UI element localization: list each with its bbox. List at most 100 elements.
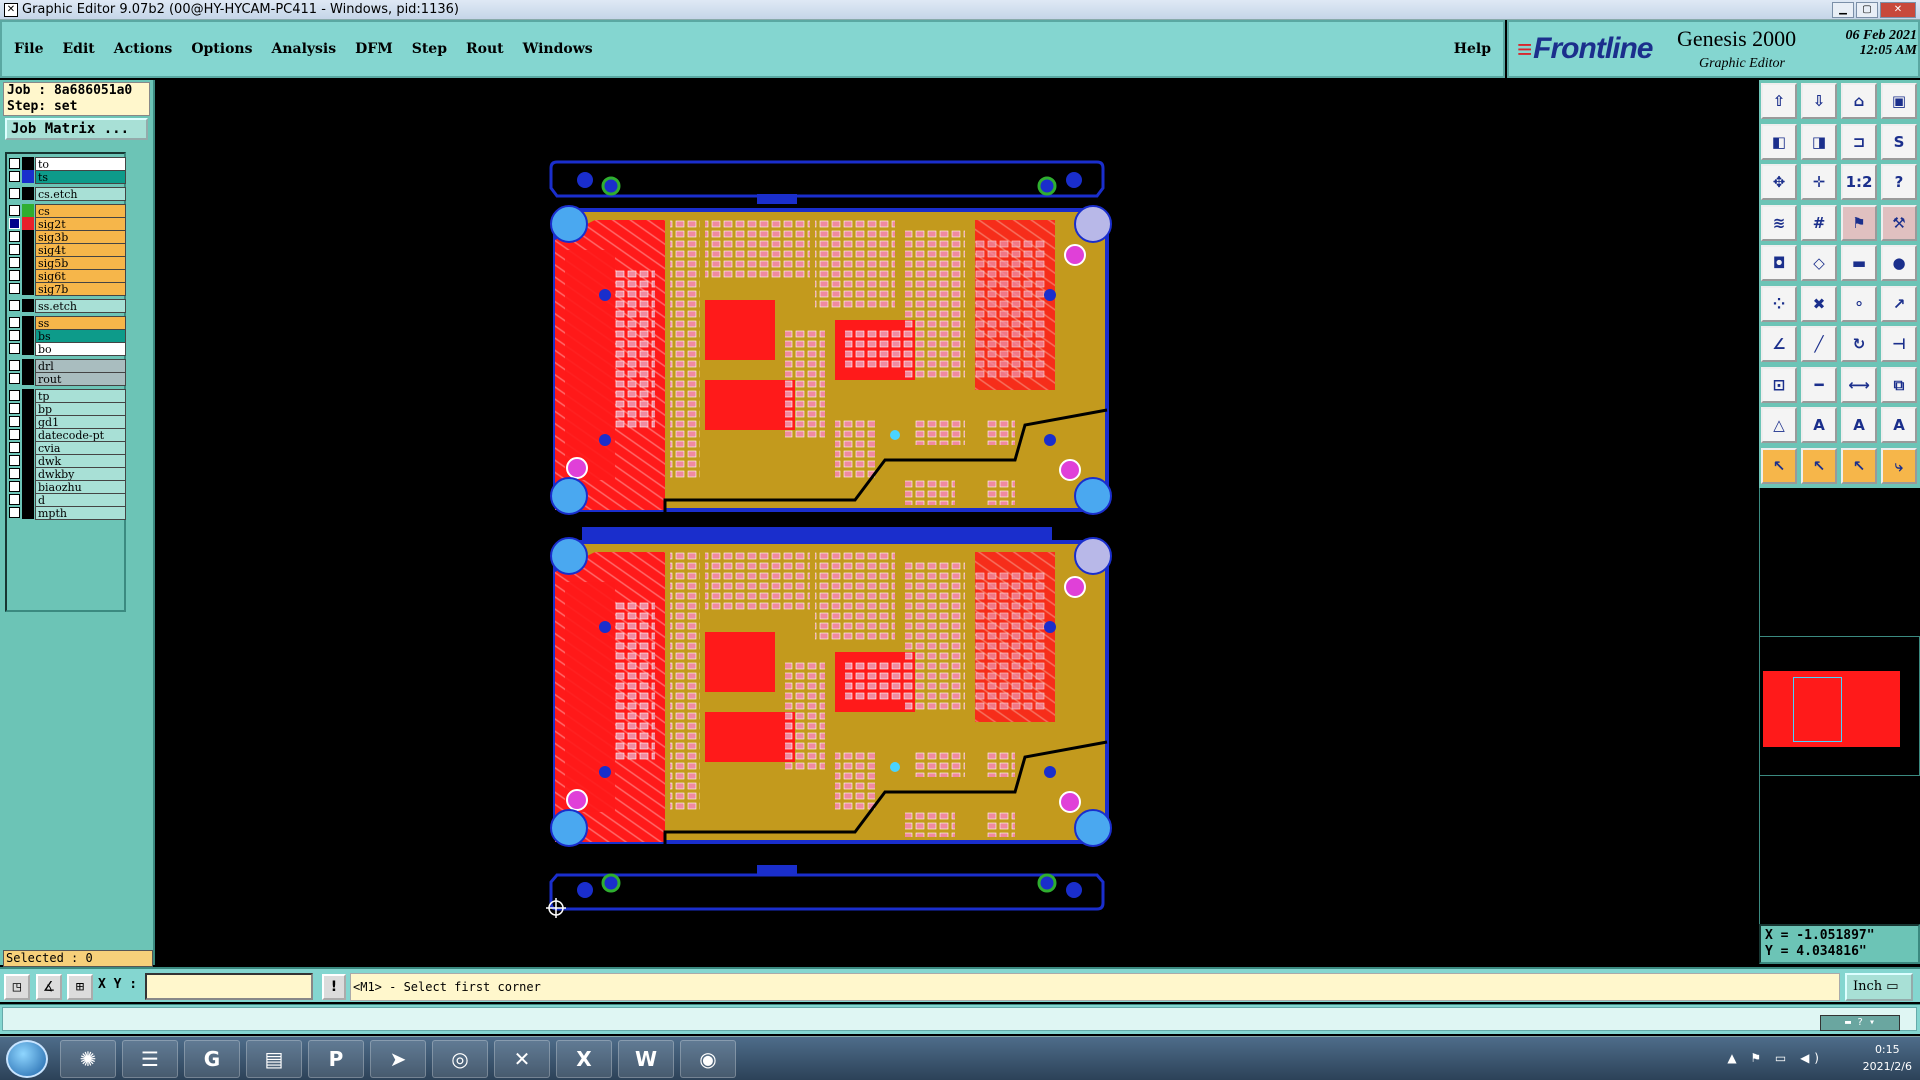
clock[interactable]: 0:15 2021/2/6 bbox=[1863, 1041, 1912, 1075]
angle-icon[interactable]: ∠ bbox=[1761, 326, 1797, 362]
line-icon[interactable]: ╱ bbox=[1801, 326, 1837, 362]
menu-windows[interactable]: Windows bbox=[523, 41, 593, 57]
arc-icon[interactable]: ↻ bbox=[1841, 326, 1877, 362]
message-icon[interactable]: ! bbox=[322, 974, 346, 1000]
dot-icon[interactable]: ● bbox=[1881, 245, 1917, 281]
link-icon[interactable]: ↗ bbox=[1881, 285, 1917, 322]
layer-checkbox[interactable] bbox=[9, 403, 20, 414]
triangle-icon[interactable]: △ bbox=[1761, 407, 1797, 443]
snap-icon[interactable]: ◳ bbox=[4, 974, 30, 1000]
menu-options[interactable]: Options bbox=[191, 41, 252, 57]
layer-checkbox[interactable] bbox=[9, 455, 20, 466]
maximize-button[interactable]: ▢ bbox=[1856, 1, 1878, 18]
language-bar[interactable]: ▬ ? ▾ bbox=[1820, 1015, 1900, 1031]
layer-checkbox[interactable] bbox=[9, 442, 20, 453]
connect-icon[interactable]: ⚬ bbox=[1841, 285, 1877, 322]
layer-color-swatch[interactable] bbox=[22, 282, 34, 295]
layer-name[interactable]: sig7b bbox=[35, 281, 126, 296]
angle-snap-icon[interactable]: ∡ bbox=[36, 974, 62, 1000]
eye-app-icon[interactable]: ◎ bbox=[432, 1040, 488, 1078]
grid-icon[interactable]: # bbox=[1801, 204, 1837, 241]
cam-icon[interactable]: ◉ bbox=[680, 1040, 736, 1078]
layer-row-sig7b[interactable]: sig7b bbox=[9, 281, 126, 296]
select-icon[interactable]: ↖ bbox=[1801, 447, 1837, 484]
layer-name[interactable]: ts bbox=[35, 169, 126, 184]
minimize-button[interactable]: ▁ bbox=[1832, 1, 1854, 18]
layer-checkbox[interactable] bbox=[9, 188, 20, 199]
pad-icon[interactable]: ◘ bbox=[1761, 245, 1797, 281]
layer-color-swatch[interactable] bbox=[22, 506, 34, 519]
layer-checkbox[interactable] bbox=[9, 373, 20, 384]
menu-step[interactable]: Step bbox=[412, 41, 447, 57]
layer-checkbox[interactable] bbox=[9, 343, 20, 354]
overview-viewport[interactable] bbox=[1793, 677, 1842, 742]
ratio-icon[interactable]: 1:2 bbox=[1841, 164, 1877, 200]
grid-snap-icon[interactable]: ⊞ bbox=[67, 974, 93, 1000]
job-matrix-button[interactable]: Job Matrix ... bbox=[5, 118, 148, 140]
word-icon[interactable]: W bbox=[618, 1040, 674, 1078]
xy-input[interactable] bbox=[145, 973, 313, 1000]
text-icon[interactable]: A bbox=[1841, 407, 1877, 443]
graphic-canvas[interactable] bbox=[157, 80, 1757, 965]
layer-checkbox[interactable] bbox=[9, 257, 20, 268]
shell-icon[interactable]: ✺ bbox=[60, 1040, 116, 1078]
layer-checkbox[interactable] bbox=[9, 283, 20, 294]
layer-row-mpth[interactable]: mpth bbox=[9, 505, 126, 520]
layer-checkbox[interactable] bbox=[9, 244, 20, 255]
measure-icon[interactable]: ⚒ bbox=[1881, 204, 1917, 241]
x-app-icon[interactable]: ✕ bbox=[494, 1040, 550, 1078]
genesis-icon[interactable]: G bbox=[184, 1040, 240, 1078]
close-button[interactable]: ✕ bbox=[1880, 1, 1916, 18]
layer-name[interactable]: bo bbox=[35, 341, 126, 356]
layer-name[interactable]: mpth bbox=[35, 505, 126, 520]
layer-row-ss.etch[interactable]: ss.etch bbox=[9, 298, 126, 313]
select-net-icon[interactable]: ↖ bbox=[1841, 447, 1877, 484]
tray-icons[interactable]: ▲ ⚑ ▭ ◀) bbox=[1727, 1051, 1824, 1065]
text-bold-icon[interactable]: A bbox=[1881, 407, 1917, 443]
menu-dfm[interactable]: DFM bbox=[355, 41, 393, 57]
layer-color-swatch[interactable] bbox=[22, 187, 34, 200]
dimension-icon[interactable]: ⟷ bbox=[1841, 366, 1877, 403]
menu-help[interactable]: Help bbox=[1454, 41, 1491, 57]
start-button[interactable] bbox=[6, 1040, 48, 1078]
layer-name[interactable]: rout bbox=[35, 371, 126, 386]
layer-color-swatch[interactable] bbox=[22, 170, 34, 183]
menu-rout[interactable]: Rout bbox=[466, 41, 504, 57]
center-icon[interactable]: ✛ bbox=[1801, 164, 1837, 200]
cross-icon[interactable]: ✖ bbox=[1801, 285, 1837, 322]
home-icon[interactable]: ⌂ bbox=[1841, 83, 1877, 119]
pointer-icon[interactable]: ↖ bbox=[1761, 447, 1797, 484]
layer-checkbox[interactable] bbox=[9, 360, 20, 371]
copy-icon[interactable]: ⧉ bbox=[1881, 366, 1917, 403]
pan-right-icon[interactable]: ◨ bbox=[1801, 123, 1837, 160]
minus-icon[interactable]: ━ bbox=[1801, 366, 1837, 403]
split-icon[interactable]: ⊐ bbox=[1841, 123, 1877, 160]
layer-checkbox[interactable] bbox=[9, 429, 20, 440]
layer-checkbox[interactable] bbox=[9, 158, 20, 169]
layer-checkbox[interactable] bbox=[9, 416, 20, 427]
layer-checkbox[interactable] bbox=[9, 507, 20, 518]
layer-name[interactable]: ss.etch bbox=[35, 298, 126, 313]
layer-checkbox[interactable] bbox=[9, 330, 20, 341]
layer-checkbox[interactable] bbox=[9, 231, 20, 242]
layer-checkbox[interactable] bbox=[9, 205, 20, 216]
fit-icon[interactable]: ✥ bbox=[1761, 164, 1797, 200]
notepad-icon[interactable]: ☰ bbox=[122, 1040, 178, 1078]
route-icon[interactable]: ⤷ bbox=[1881, 447, 1917, 484]
layer-row-rout[interactable]: rout bbox=[9, 371, 126, 386]
layer-checkbox[interactable] bbox=[9, 494, 20, 505]
spline-icon[interactable]: S bbox=[1881, 123, 1917, 160]
menu-edit[interactable]: Edit bbox=[62, 41, 94, 57]
move-icon[interactable]: ⊡ bbox=[1761, 366, 1797, 403]
layers-icon[interactable]: ≋ bbox=[1761, 204, 1797, 241]
layer-row-cs.etch[interactable]: cs.etch bbox=[9, 186, 126, 201]
menu-analysis[interactable]: Analysis bbox=[271, 41, 336, 57]
menu-file[interactable]: File bbox=[14, 41, 43, 57]
layer-checkbox[interactable] bbox=[9, 218, 20, 229]
layer-checkbox[interactable] bbox=[9, 300, 20, 311]
p-app-icon[interactable]: P bbox=[308, 1040, 364, 1078]
layer-checkbox[interactable] bbox=[9, 317, 20, 328]
layer-name[interactable]: cs.etch bbox=[35, 186, 126, 201]
bus-icon[interactable]: ⊣ bbox=[1881, 326, 1917, 362]
window-icon[interactable]: ▣ bbox=[1881, 83, 1917, 119]
